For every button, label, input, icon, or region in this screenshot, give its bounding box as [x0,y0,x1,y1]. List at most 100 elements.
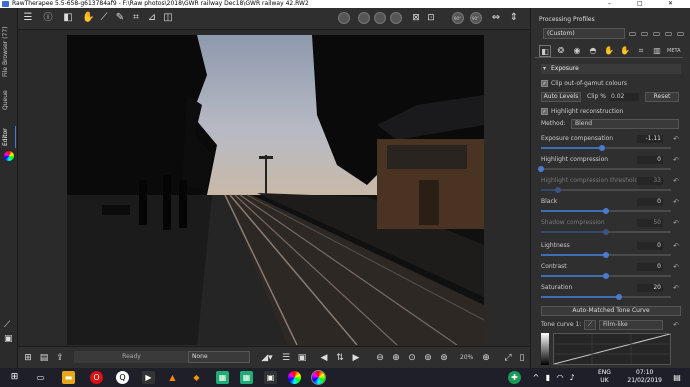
tone-curve-reset-icon[interactable]: ↶ [673,320,679,330]
tone-curve-select[interactable]: Film-like [599,320,663,330]
hl-comp-value[interactable]: 0 [637,156,663,164]
method-select[interactable]: Blend [571,119,679,129]
right-panel-toggle-icon[interactable]: ▯ [516,352,528,364]
preview-luminance-icon[interactable] [390,12,402,24]
exposure-comp-reset-icon[interactable]: ↶ [673,134,679,144]
monitor-profile-icon[interactable]: ☰ [280,352,292,364]
minimize-button[interactable]: – [608,0,611,8]
tab-transform-icon[interactable]: ✋ [603,45,615,57]
notifications-icon[interactable]: ▤ [672,371,682,384]
language-indicator[interactable]: ENG UK [598,369,611,385]
profile-select[interactable]: (Custom) [543,28,625,39]
hl-thresh-value[interactable]: 33 [637,177,663,185]
sheets-icon[interactable]: ▦ [240,371,253,384]
hand-tool-icon[interactable]: ✋ [82,12,94,24]
reset-profile-icon[interactable]: ▭ [675,28,686,39]
fullscreen-icon[interactable]: ⤢ [502,352,514,364]
preview-red-channel-icon[interactable] [338,12,350,24]
compare-icon[interactable]: ▣ [4,334,13,344]
tray-app-icon[interactable]: ✚ [508,371,521,384]
color-picker-icon[interactable]: ✎ [114,12,126,24]
windows-start-icon[interactable]: ⊞ [8,371,21,384]
hl-comp-reset-icon[interactable]: ↶ [673,155,679,165]
black-slider[interactable] [541,208,671,214]
reset-button[interactable]: Reset [645,92,679,102]
contrast-value[interactable]: 0 [637,263,663,271]
preview-green-channel-icon[interactable] [358,12,370,24]
preview-icon[interactable]: ◫ [162,12,174,24]
preview-blue-channel-icon[interactable] [374,12,386,24]
focus-mask-icon[interactable]: ⊠ [410,12,422,24]
save-profile-icon[interactable]: ▭ [639,28,650,39]
search-app-icon[interactable]: Q [116,371,129,384]
section-expander-icon[interactable]: ▾ [543,65,546,72]
lightness-slider[interactable] [541,252,671,258]
save-icon[interactable]: ▤ [38,352,50,364]
copy-profile-icon[interactable]: ▭ [651,28,662,39]
contrast-reset-icon[interactable]: ↶ [673,262,679,272]
media-app-icon[interactable]: ◆ [190,371,203,384]
color-app-icon[interactable] [288,371,301,384]
crop-tool-icon[interactable]: ⟋ [4,320,10,330]
clip-gamut-row[interactable]: ✓ Clip out-of-gamut colours [541,79,681,89]
tab-queue[interactable]: Queue [2,86,16,114]
tab-editor[interactable]: Editor [2,126,16,148]
zoom-fit-icon[interactable]: ⊚ [422,352,434,364]
info-icon[interactable]: ⓘ [42,12,54,24]
exposure-comp-value[interactable]: -1.11 [637,135,663,143]
curve-type-icon[interactable]: ⟋ [584,320,596,330]
saturation-slider[interactable] [541,294,671,300]
next-image-icon[interactable]: ▶ [350,352,362,364]
excel-icon[interactable]: ▦ [216,371,229,384]
zoom-in-icon[interactable]: ⊕ [390,352,402,364]
new-detail-window-icon[interactable]: ⊕ [480,352,492,364]
contrast-slider[interactable] [541,273,671,279]
close-button[interactable]: ✕ [668,0,673,8]
opera-icon[interactable]: O [90,371,103,384]
hl-comp-slider[interactable] [538,166,671,172]
white-balance-picker-icon[interactable]: ⟋ [98,12,110,24]
tray-chevron-icon[interactable]: ^ [532,371,540,384]
network-icon[interactable]: ◠ [556,371,564,384]
hl-thresh-reset-icon[interactable]: ↶ [673,176,679,186]
tab-file-browser[interactable]: File Browser (77) [2,22,16,82]
preview-mode-select[interactable]: None [188,351,250,363]
history-icon[interactable]: ☰ [22,12,34,24]
clip-percent-input[interactable]: 0.02 [609,93,639,101]
file-explorer-icon[interactable]: ▬ [62,371,75,384]
gamut-icon[interactable]: ◢▾ [256,352,278,364]
tab-raw2-icon[interactable]: ▥ [651,45,663,57]
crop-icon[interactable]: ⌗ [130,12,142,24]
paste-profile-icon[interactable]: ▭ [663,28,674,39]
maximize-button[interactable]: □ [637,0,643,8]
display-icon[interactable]: ▣ [296,352,308,364]
tab-raw-icon[interactable]: ✋ [619,45,631,57]
shadow-value[interactable]: 50 [637,219,663,227]
saturation-value[interactable]: 20 [637,284,663,292]
system-clock[interactable]: 07:10 21/02/2019 [627,369,662,385]
zoom-out-icon[interactable]: ⊖ [374,352,386,364]
exposure-comp-slider[interactable] [541,145,671,151]
tab-details-icon[interactable]: ❂ [555,45,567,57]
tab-metadata-icon[interactable]: ⌗ [635,45,647,57]
before-after-icon[interactable]: ◧ [62,12,74,24]
volume-icon[interactable]: ♪ [568,371,576,384]
app-icon-4[interactable]: ▶ [142,371,155,384]
flip-horizontal-icon[interactable]: ⇔ [490,12,502,24]
black-reset-icon[interactable]: ↶ [673,197,679,207]
hl-thresh-slider[interactable] [541,187,671,193]
open-profile-icon[interactable]: ▭ [627,28,638,39]
highlight-recon-checkbox[interactable]: ✓ [541,108,548,115]
task-view-icon[interactable]: ▭ [34,371,47,384]
panel-toggle-icon[interactable]: ⊞ [22,352,34,364]
tab-advanced-icon[interactable]: ◓ [587,45,599,57]
auto-levels-button[interactable]: Auto Levels [541,92,581,102]
clip-gamut-checkbox[interactable]: ✓ [541,80,548,87]
saturation-reset-icon[interactable]: ↶ [673,283,679,293]
auto-tone-curve-button[interactable]: Auto-Matched Tone Curve [541,306,681,316]
zoom-fit-crop-icon[interactable]: ⊛ [438,352,450,364]
previous-image-icon[interactable]: ◀ [318,352,330,364]
tone-curve-editor[interactable] [553,333,671,365]
rawtherapee-taskbar-icon[interactable] [311,370,326,385]
shadow-slider[interactable] [541,229,671,235]
